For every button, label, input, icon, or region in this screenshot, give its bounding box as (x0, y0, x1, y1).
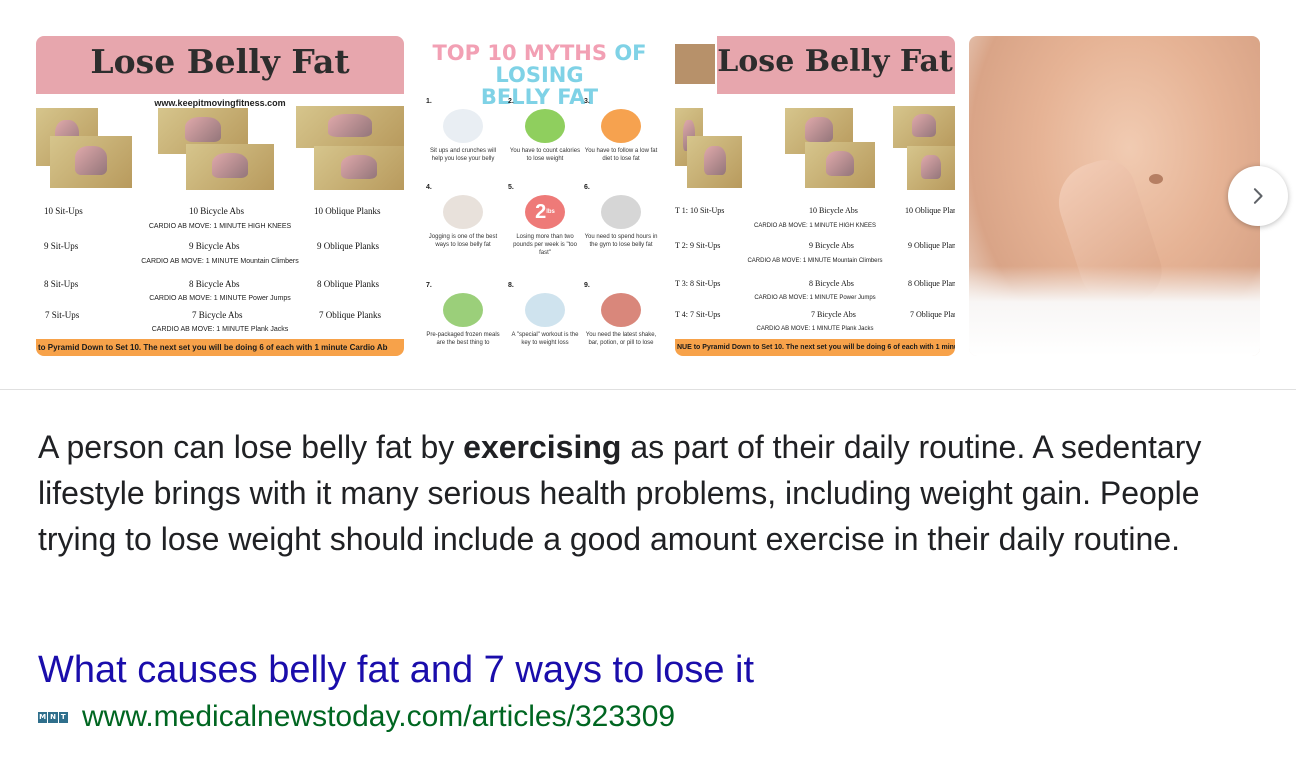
row-label: 10 Bicycle Abs (189, 206, 244, 216)
row-label: 7 Oblique Planks (319, 310, 381, 320)
row-label: 9 Bicycle Abs (189, 241, 240, 251)
cardio-line: CARDIO AB MOVE: 1 MINUTE Power Jumps (149, 295, 291, 302)
chevron-right-icon (1253, 188, 1263, 204)
exercise-photo (907, 146, 955, 190)
thumbnail-belly-photo[interactable] (969, 36, 1260, 356)
cardio-line: CARDIO AB MOVE: 1 MINUTE HIGH KNEES (753, 223, 877, 229)
row-label: 10 Sit-Ups (44, 206, 83, 216)
row-label: 9 Bicycle Abs (809, 241, 854, 250)
answer-highlight: exercising (463, 429, 622, 465)
navel-shape (1149, 174, 1163, 184)
myth-cell: 4. Jogging is one of the best ways to lo… (426, 184, 498, 248)
exercise-photo (50, 136, 132, 188)
myth-cell: 5. 2 lbs Losing more than two pounds per … (508, 184, 577, 256)
poster-footer: to Pyramid Down to Set 10. The next set … (36, 339, 404, 356)
poster-title: Lose Belly Fat (90, 42, 350, 81)
row-label: T 4: 7 Sit-Ups (675, 310, 721, 319)
exercise-photo (314, 146, 404, 190)
result-source: MNT www.medicalnewstoday.com/articles/32… (38, 699, 675, 735)
row-label: 9 Sit-Ups (44, 241, 79, 251)
row-label: T 3: 8 Sit-Ups (675, 279, 721, 288)
exercise-photo (805, 142, 875, 188)
thumbnail-lose-belly-fat-crop[interactable]: Lose Belly Fat T 1: 10 Sit-Ups 10 Bicycl… (675, 36, 955, 356)
two-pounds-badge-icon: 2 lbs (525, 195, 565, 229)
thumbnail-lose-belly-fat-poster[interactable]: Lose Belly Fat www.keepitmovingfitness.c… (36, 36, 404, 356)
site-favicon-icon: MNT (38, 711, 68, 723)
cardio-line: CARDIO AB MOVE: 1 MINUTE Plank Jacks (756, 326, 874, 332)
row-label: T 1: 10 Sit-Ups (675, 206, 725, 215)
carousel-next-button[interactable] (1228, 166, 1288, 226)
cardio-line: CARDIO AB MOVE: 1 MINUTE HIGH KNEES (148, 223, 292, 230)
row-label: 10 Oblique Planks (314, 206, 381, 216)
row-label: 8 Oblique Planks (317, 279, 379, 289)
poster-footer: NUE to Pyramid Down to Set 10. The next … (675, 339, 955, 356)
row-label: 10 Oblique Plan (905, 206, 955, 215)
row-label: 8 Bicycle Abs (189, 279, 240, 289)
row-label: 7 Sit-Ups (45, 310, 80, 320)
myth-cell: 8. A "special" workout is the key to wei… (508, 282, 579, 346)
row-label: 7 Oblique Plan (910, 310, 955, 319)
result-title-link[interactable]: What causes belly fat and 7 ways to lose… (38, 646, 754, 694)
cardio-line: CARDIO AB MOVE: 1 MINUTE Plank Jacks (151, 326, 289, 333)
row-label: 10 Bicycle Abs (809, 206, 858, 215)
myth-cell: 3. You have to follow a low fat diet to … (584, 98, 658, 162)
cardio-line: CARDIO AB MOVE: 1 MINUTE Mountain Climbe… (747, 258, 883, 264)
exercise-photo (893, 106, 955, 148)
poster-title: Lose Belly Fat (717, 44, 953, 79)
myth-cell: 1. Sit ups and crunches will help you lo… (426, 98, 497, 162)
answer-snippet: A person can lose belly fat by exercisin… (38, 429, 1202, 557)
row-label: 8 Oblique Plan (908, 279, 955, 288)
row-label: 8 Sit-Ups (44, 279, 79, 289)
myth-cell: 6. You need to spend hours in the gym to… (584, 184, 658, 248)
row-label: 7 Bicycle Abs (192, 310, 243, 320)
exercise-photo (186, 144, 274, 190)
exercise-photo (687, 136, 742, 188)
exercise-photo (296, 106, 404, 148)
thumbnail-top-10-myths[interactable]: TOP 10 MYTHS OF LOSING BELLY FAT 1. Sit … (418, 36, 661, 356)
box-graphic (675, 44, 715, 84)
row-label: 7 Bicycle Abs (811, 310, 856, 319)
myth-cell: 2. You have to count calories to lose we… (508, 98, 581, 162)
row-label: 9 Oblique Plan (908, 241, 955, 250)
image-carousel: Lose Belly Fat www.keepitmovingfitness.c… (0, 0, 1296, 390)
featured-snippet-card: Lose Belly Fat www.keepitmovingfitness.c… (0, 0, 1296, 766)
row-label: T 2: 9 Sit-Ups (675, 241, 721, 250)
myth-cell: 7. Pre-packaged frozen meals are the bes… (426, 282, 500, 346)
row-label: 9 Oblique Planks (317, 241, 379, 251)
result-url[interactable]: www.medicalnewstoday.com/articles/323309 (82, 699, 675, 735)
myth-cell: 9. You need the latest shake, bar, potio… (584, 282, 657, 346)
row-label: 8 Bicycle Abs (809, 279, 854, 288)
cardio-line: CARDIO AB MOVE: 1 MINUTE Power Jumps (754, 295, 876, 301)
cardio-line: CARDIO AB MOVE: 1 MINUTE Mountain Climbe… (141, 258, 299, 265)
